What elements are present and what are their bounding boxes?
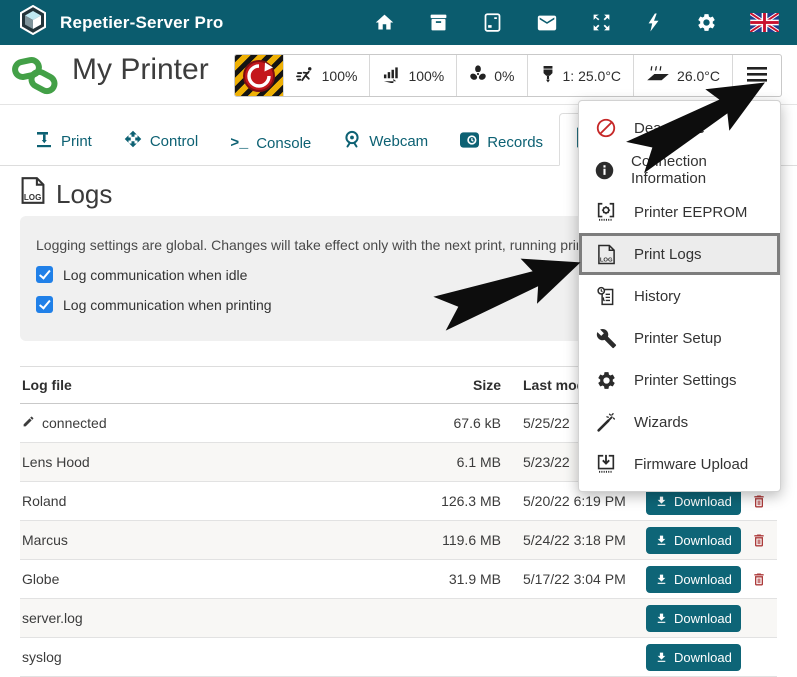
log-file-name: connected [42, 415, 107, 431]
tab-webcam[interactable]: Webcam [327, 117, 444, 165]
table-row: Globe 31.9 MB 5/17/22 3:04 PM Download [20, 560, 777, 599]
menu-item-history[interactable]: History [579, 275, 780, 317]
menu-item-printer-settings[interactable]: Printer Settings [579, 359, 780, 401]
control-arrows-icon [124, 130, 142, 152]
log-file-name: Marcus [22, 532, 68, 548]
tab-print[interactable]: Print [20, 118, 108, 165]
print-logs-icon: LOG [594, 244, 618, 265]
magic-wand-icon [594, 412, 618, 433]
fan-value: 0% [494, 68, 514, 84]
fan-icon [469, 65, 487, 86]
home-icon[interactable] [374, 12, 395, 33]
delete-trash-icon[interactable] [751, 570, 775, 589]
tab-console[interactable]: >_ Console [214, 122, 327, 165]
heated-bed-icon [646, 65, 670, 86]
global-settings-gear-icon[interactable] [696, 12, 717, 33]
wrench-icon [594, 328, 618, 349]
checkbox-log-printing-label: Log communication when printing [63, 297, 272, 313]
log-file-name: syslog [22, 649, 62, 665]
table-row: syslog Download [20, 638, 777, 677]
webcam-icon [343, 130, 361, 152]
flow-control[interactable]: 100% [369, 55, 456, 96]
firmware-upload-icon [594, 453, 618, 475]
connected-link-icon [12, 55, 58, 100]
download-button[interactable]: Download [646, 566, 741, 593]
menu-item-printer-eeprom[interactable]: Printer EEPROM [579, 191, 780, 233]
menu-item-firmware-upload[interactable]: Firmware Upload [579, 443, 780, 485]
delete-trash-icon[interactable] [751, 492, 775, 511]
download-icon [655, 534, 668, 547]
download-icon [655, 651, 668, 664]
info-icon [594, 160, 615, 181]
svg-text:LOG: LOG [24, 193, 41, 202]
extruder-icon [540, 65, 556, 86]
download-button[interactable]: Download [646, 644, 741, 671]
printers-box-icon[interactable] [428, 12, 449, 33]
table-row: server.log Download [20, 599, 777, 638]
language-flag-icon[interactable] [750, 13, 779, 32]
col-size: Size [386, 377, 501, 393]
flow-value: 100% [408, 68, 444, 84]
checkbox-log-idle-label: Log communication when idle [63, 267, 247, 283]
download-icon [655, 573, 668, 586]
top-navbar: Repetier-Server Pro [0, 0, 797, 45]
download-button[interactable]: Download [646, 527, 741, 554]
log-file-modified: 5/24/22 3:18 PM [511, 532, 636, 548]
fan-control[interactable]: 0% [456, 55, 526, 96]
col-log-file: Log file [22, 377, 376, 393]
download-button[interactable]: Download [646, 605, 741, 632]
speed-control[interactable]: 100% [283, 55, 370, 96]
tab-control[interactable]: Control [108, 117, 214, 165]
menu-item-printer-setup[interactable]: Printer Setup [579, 317, 780, 359]
log-file-size: 31.9 MB [386, 571, 501, 587]
extruder-value: 1: 25.0°C [563, 68, 622, 84]
log-file-size: 6.1 MB [386, 454, 501, 470]
download-icon [655, 612, 668, 625]
tab-records[interactable]: Records [444, 119, 559, 165]
console-icon: >_ [230, 135, 248, 152]
table-row: Marcus 119.6 MB 5/24/22 3:18 PM Download [20, 521, 777, 560]
print-icon [36, 131, 53, 152]
deactivate-ban-icon [594, 117, 618, 139]
checkbox-log-printing[interactable] [36, 296, 53, 313]
svg-text:LOG: LOG [599, 257, 612, 263]
records-camera-icon [460, 132, 479, 152]
log-file-name: Roland [22, 493, 66, 509]
emergency-stop-button[interactable] [235, 55, 283, 96]
power-bolt-icon[interactable] [645, 12, 663, 33]
menu-item-print-logs[interactable]: LOG Print Logs [579, 233, 780, 275]
edit-pencil-icon [22, 415, 35, 431]
download-icon [655, 495, 668, 508]
printer-name: My Printer [72, 53, 209, 87]
manuals-book-icon[interactable] [482, 12, 503, 33]
messages-mail-icon[interactable] [536, 12, 558, 34]
settings-gear-icon [594, 370, 618, 391]
printer-header: My Printer 100% [0, 45, 797, 105]
repetier-logo-icon[interactable] [18, 5, 48, 40]
menu-item-wizards[interactable]: Wizards [579, 401, 780, 443]
eeprom-chip-icon [594, 201, 618, 223]
log-file-modified: 5/17/22 3:04 PM [511, 571, 636, 587]
log-file-name: server.log [22, 610, 83, 626]
log-file-size: 67.6 kB [386, 415, 501, 431]
log-file-size: 126.3 MB [386, 493, 501, 509]
extruder-temp[interactable]: 1: 25.0°C [527, 55, 634, 96]
app-title: Repetier-Server Pro [60, 13, 223, 33]
history-icon [594, 286, 618, 307]
speed-icon [296, 66, 315, 86]
checkbox-log-idle[interactable] [36, 266, 53, 283]
delete-trash-icon[interactable] [751, 531, 775, 550]
log-file-size: 119.6 MB [386, 532, 501, 548]
flow-icon [382, 66, 401, 86]
logs-page-icon: LOG [20, 176, 46, 212]
log-file-name: Lens Hood [22, 454, 90, 470]
log-file-modified: 5/20/22 6:19 PM [511, 493, 636, 509]
speed-value: 100% [322, 68, 358, 84]
log-file-name: Globe [22, 571, 59, 587]
fullscreen-icon[interactable] [591, 12, 612, 33]
